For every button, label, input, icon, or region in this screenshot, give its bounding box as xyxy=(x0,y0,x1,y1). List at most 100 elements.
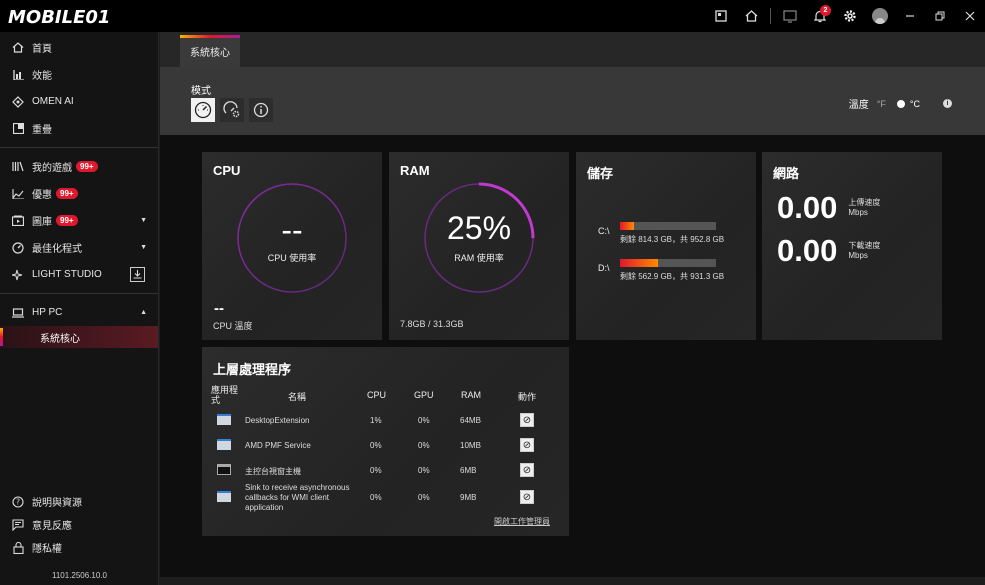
sidebar-item-gallery[interactable]: 圖庫 99+ ▼ xyxy=(0,207,158,234)
drive-label: D:\ xyxy=(598,263,610,273)
cpu-usage-value: -- xyxy=(281,212,303,248)
download-speed: 0.00 下載速度 Mbps xyxy=(777,233,880,269)
window-icon xyxy=(217,439,231,450)
sidebar-item-home[interactable]: 首頁 xyxy=(0,34,158,61)
logo-text: MOBILE01 xyxy=(8,6,111,28)
user-avatar[interactable] xyxy=(865,0,895,32)
speedometer-icon xyxy=(194,101,212,119)
sidebar-item-label: OMEN AI xyxy=(32,96,74,107)
chevron-down-icon[interactable]: ▼ xyxy=(140,217,147,224)
drive-space-text: 剩餘 562.9 GB，共 931.3 GB xyxy=(620,272,725,281)
sidebar-item-label: 系統核心 xyxy=(40,333,80,345)
drive-usage-fill xyxy=(620,222,634,230)
end-process-button[interactable]: ⊘ xyxy=(520,490,534,504)
end-process-button[interactable]: ⊘ xyxy=(520,438,534,452)
window-icon xyxy=(217,491,231,502)
upload-speed-label: 上傳速度 xyxy=(848,198,881,207)
sidebar-item-label: 重疊 xyxy=(32,125,52,136)
col-header-app: 應用程式 xyxy=(211,385,239,405)
sidebar-item-label: HP PC xyxy=(32,307,63,318)
window-icon xyxy=(217,414,231,425)
mode-performance-button[interactable] xyxy=(191,98,215,122)
sidebar-item-performance[interactable]: 效能 xyxy=(0,61,158,88)
process-cpu: 0% xyxy=(370,441,382,450)
screen-icon[interactable] xyxy=(775,0,805,32)
col-header-ram: RAM xyxy=(461,390,481,400)
sidebar-item-light-studio[interactable]: LIGHT STUDIO xyxy=(0,261,158,288)
process-name: DesktopExtension xyxy=(245,416,310,425)
open-task-manager-link[interactable]: 開啟工作管理員 xyxy=(494,516,550,527)
card-title: CPU xyxy=(213,163,241,178)
sidebar-item-omen-ai[interactable]: OMEN AI xyxy=(0,88,158,115)
info-icon[interactable]: i xyxy=(943,99,952,108)
temperature-label: 溫度 xyxy=(848,100,869,111)
storage-card: 儲存 C:\ 剩餘 814.3 GB，共 952.8 GB D:\ 剩餘 562… xyxy=(576,152,756,340)
separator xyxy=(770,8,771,24)
minimize-icon[interactable] xyxy=(895,0,925,32)
sidebar: 首頁 效能 OMEN AI 重疊 我的遊戲 99+ 優惠 99+ 圖庫 99+ … xyxy=(0,32,159,585)
sidebar-item-feedback[interactable]: 意見反應 xyxy=(0,513,159,536)
sidebar-item-label: 圖庫 xyxy=(32,217,52,228)
mode-label: 模式 xyxy=(191,86,211,97)
process-name: Sink to receive asynchronous callbacks f… xyxy=(245,483,350,512)
restore-icon[interactable] xyxy=(925,0,955,32)
notification-bell-icon[interactable]: 2 xyxy=(805,0,835,32)
download-icon[interactable] xyxy=(130,267,145,282)
col-header-name: 名稱 xyxy=(288,392,307,402)
widget-icon[interactable] xyxy=(706,0,736,32)
col-header-cpu: CPU xyxy=(367,390,387,400)
end-process-button[interactable]: ⊘ xyxy=(520,413,534,427)
speedometer-gear-icon xyxy=(223,101,240,118)
cpu-temp-value: -- xyxy=(214,300,224,317)
upload-speed: 0.00 上傳速度 Mbps xyxy=(777,190,880,226)
upload-speed-meta: 上傳速度 Mbps xyxy=(848,198,880,218)
sidebar-item-label: 說明與資源 xyxy=(32,498,82,509)
home-icon[interactable] xyxy=(736,0,766,32)
mode-bar: 模式 溫度 °F °C i xyxy=(160,67,985,135)
title-bar: MOBILE01 2 xyxy=(0,0,985,32)
sidebar-item-optimizer[interactable]: 最佳化程式 ▼ xyxy=(0,234,158,261)
end-process-button[interactable]: ⊘ xyxy=(520,463,534,477)
sparkle-icon xyxy=(11,268,25,282)
sidebar-item-label: 優惠 xyxy=(32,190,52,201)
sidebar-item-system-core[interactable]: 系統核心 xyxy=(0,326,158,348)
process-ram: 9MB xyxy=(460,493,477,502)
chevron-up-icon[interactable]: ▲ xyxy=(140,309,147,316)
laptop-icon xyxy=(11,306,25,320)
cpu-card: CPU -- CPU 使用率 -- CPU 溫度 xyxy=(202,152,382,340)
close-icon[interactable] xyxy=(955,0,985,32)
version-label: 1101.2506.10.0 xyxy=(51,571,107,580)
sidebar-item-help[interactable]: ? 說明與資源 xyxy=(0,490,159,513)
tab-bar: 系統核心 xyxy=(160,32,985,67)
omen-ai-icon xyxy=(11,95,25,109)
process-gpu: 0% xyxy=(418,416,430,425)
col-header-action: 動作 xyxy=(518,392,537,402)
feedback-icon xyxy=(11,518,25,532)
mode-custom-button[interactable] xyxy=(220,98,244,122)
ram-usage-value: 25% xyxy=(446,210,512,246)
sidebar-item-label: 意見反應 xyxy=(32,521,72,532)
process-cpu: 0% xyxy=(370,466,382,475)
sidebar-item-label: LIGHT STUDIO xyxy=(32,269,102,280)
sidebar-item-label: 隱私權 xyxy=(32,544,62,555)
sidebar-item-label: 效能 xyxy=(32,71,52,82)
sidebar-item-privacy[interactable]: 隱私權 xyxy=(0,536,159,559)
help-icon: ? xyxy=(11,495,25,509)
download-speed-unit: Mbps xyxy=(848,251,868,260)
sidebar-item-overlay[interactable]: 重疊 xyxy=(0,115,158,142)
deals-icon xyxy=(11,187,25,201)
tab-system-core[interactable]: 系統核心 xyxy=(180,35,240,67)
mode-info-button[interactable] xyxy=(249,98,273,122)
sidebar-item-hp-pc[interactable]: HP PC ▲ xyxy=(0,299,158,326)
card-title: RAM xyxy=(400,163,430,178)
gear-icon[interactable] xyxy=(835,0,865,32)
divider xyxy=(0,293,158,294)
sidebar-item-my-games[interactable]: 我的遊戲 99+ xyxy=(0,153,158,180)
chevron-down-icon[interactable]: ▼ xyxy=(140,244,147,251)
upload-speed-value: 0.00 xyxy=(777,190,838,225)
process-gpu: 0% xyxy=(418,493,430,502)
console-icon xyxy=(217,464,231,475)
sidebar-item-deals[interactable]: 優惠 99+ xyxy=(0,180,158,207)
gallery-icon xyxy=(11,214,25,228)
temperature-toggle[interactable] xyxy=(889,99,907,109)
